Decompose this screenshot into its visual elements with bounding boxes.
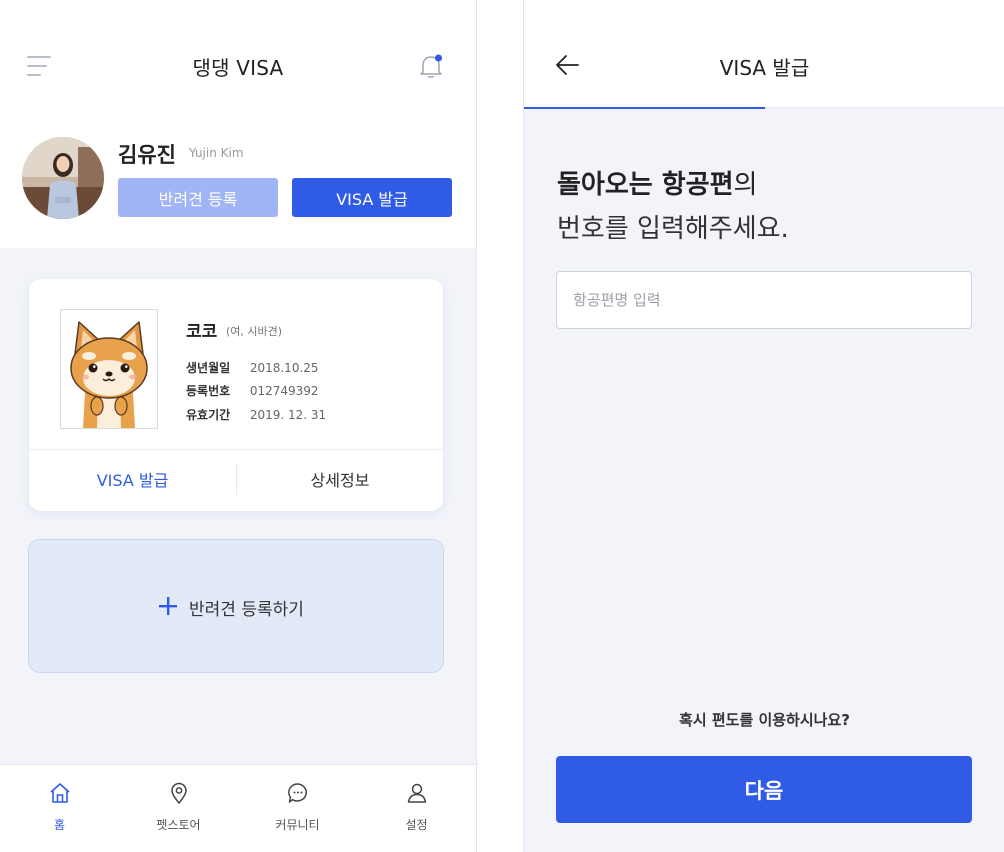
add-dog-label: 반려견 등록하기 xyxy=(189,600,304,620)
avatar[interactable] xyxy=(22,137,104,219)
tab-label: 커뮤니티 xyxy=(275,818,320,832)
register-dog-button[interactable]: 반려견 등록 xyxy=(118,178,278,217)
question-line-1: 돌아오는 항공편의 xyxy=(557,164,757,201)
dog-name: 코코 xyxy=(186,322,218,342)
info-label: 생년월일 xyxy=(186,361,231,375)
dog-meta: (여, 시바견) xyxy=(226,325,283,338)
tab-label: 펫스토어 xyxy=(156,818,201,832)
user-name-english: Yujin Kim xyxy=(189,146,244,160)
bell-icon[interactable] xyxy=(418,52,444,80)
plus-icon xyxy=(159,597,177,615)
info-value: 2019. 12. 31 xyxy=(249,408,327,422)
add-dog-card[interactable]: 반려견 등록하기 xyxy=(28,539,444,673)
app-title: 댕댕 VISA xyxy=(192,56,284,80)
info-label: 등록번호 xyxy=(186,384,231,398)
question-line-2: 번호를 입력해주세요. xyxy=(557,214,789,244)
question-bold: 돌아오는 항공편 xyxy=(557,170,734,200)
tab-community[interactable]: 커뮤니티 xyxy=(238,765,357,852)
home-header: 댕댕 VISA 김유진 Yujin Kim 반려견 등록 VISA 발급 xyxy=(0,0,476,248)
home-screen: 댕댕 VISA 김유진 Yujin Kim 반려견 등록 VISA 발급 코코 … xyxy=(0,0,477,852)
flight-number-input[interactable] xyxy=(556,271,972,329)
info-value: 012749392 xyxy=(249,384,319,398)
chat-bubble-icon xyxy=(288,783,307,803)
next-button[interactable]: 다음 xyxy=(556,756,972,823)
user-name: 김유진 xyxy=(118,143,176,167)
location-pin-icon xyxy=(171,782,187,805)
visa-body: 돌아오는 항공편의 번호를 입력해주세요. 혹시 편도를 이용하시나요? 다음 xyxy=(524,109,1004,852)
visa-issue-button[interactable]: VISA 발급 xyxy=(292,178,452,217)
card-detail-button[interactable]: 상세정보 xyxy=(237,450,443,511)
dog-registration-row: 등록번호 012749392 xyxy=(186,382,319,399)
dog-expiry-row: 유효기간 2019. 12. 31 xyxy=(186,406,326,423)
info-label: 유효기간 xyxy=(186,408,231,422)
info-value: 2018.10.25 xyxy=(249,361,319,375)
tab-settings[interactable]: 설정 xyxy=(357,765,476,852)
dog-photo xyxy=(60,309,158,429)
tab-label: 홈 xyxy=(53,818,66,832)
visa-header: VISA 발급 xyxy=(524,0,1004,110)
bottom-tab-bar: 홈 펫스토어 커뮤니티 설정 xyxy=(0,764,476,852)
dog-card[interactable]: 코코 (여, 시바견) 생년월일 2018.10.25 등록번호 0127493… xyxy=(29,279,443,511)
page-title: VISA 발급 xyxy=(719,56,810,80)
visa-issue-screen: VISA 발급 돌아오는 항공편의 번호를 입력해주세요. 혹시 편도를 이용하… xyxy=(523,0,1004,852)
user-icon xyxy=(407,783,427,803)
home-icon xyxy=(50,783,70,803)
oneway-link[interactable]: 혹시 편도를 이용하시나요? xyxy=(524,709,1004,730)
tab-petstore[interactable]: 펫스토어 xyxy=(119,765,238,852)
dog-birthdate-row: 생년월일 2018.10.25 xyxy=(186,359,319,376)
tab-label: 설정 xyxy=(405,818,428,832)
card-visa-button[interactable]: VISA 발급 xyxy=(29,450,236,511)
question-suffix: 의 xyxy=(733,170,758,200)
tab-home[interactable]: 홈 xyxy=(0,765,119,852)
